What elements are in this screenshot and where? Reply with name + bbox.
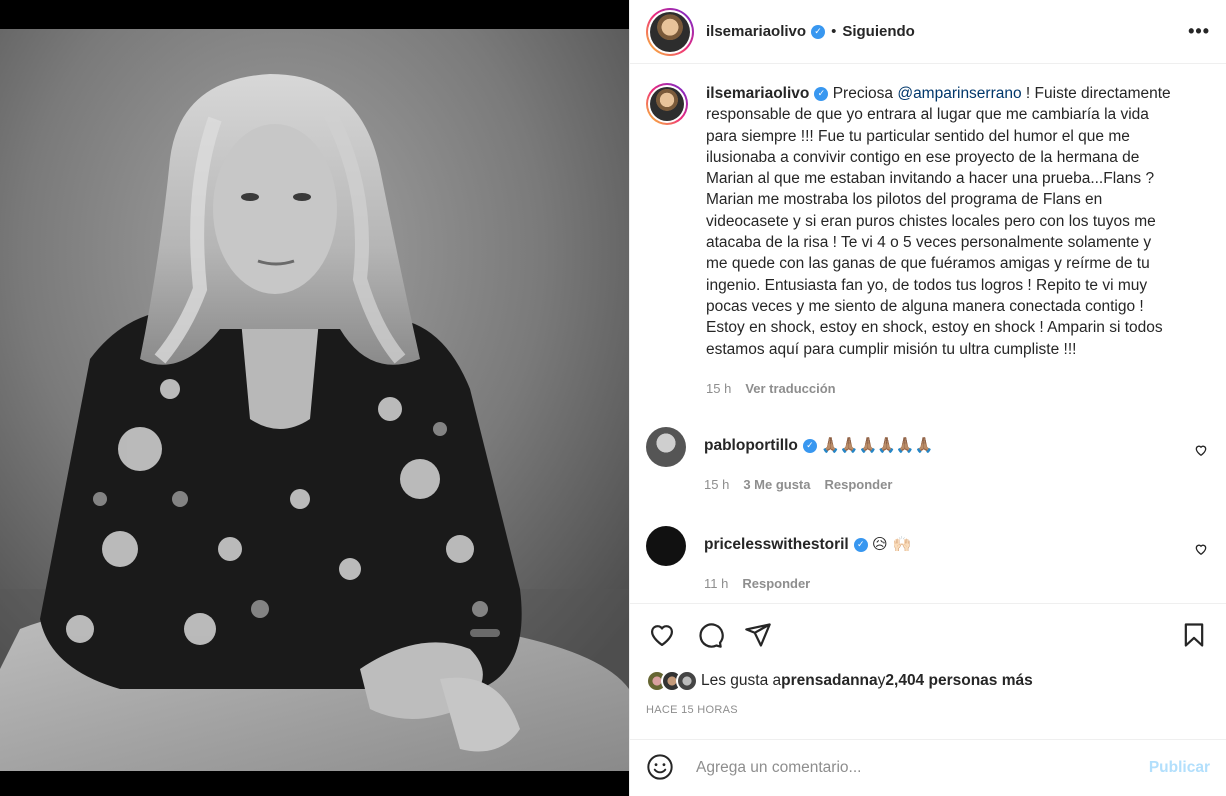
bookmark-icon[interactable] bbox=[1178, 619, 1210, 651]
comment-item: pricelesswithestoril ✓ 😥 🙌🏻 11 h Responde… bbox=[646, 525, 1210, 595]
verified-icon: ✓ bbox=[802, 439, 817, 454]
comment-time[interactable]: 15 h bbox=[704, 474, 729, 495]
reply-button[interactable]: Responder bbox=[825, 474, 893, 495]
post-actions: Les gusta a prensadanna y 2,404 personas… bbox=[630, 603, 1226, 716]
verified-icon: ✓ bbox=[811, 24, 826, 39]
comment-like-icon[interactable] bbox=[1194, 443, 1208, 460]
portrait-illustration bbox=[0, 29, 629, 771]
heart-icon[interactable] bbox=[646, 619, 678, 651]
caption-avatar[interactable] bbox=[646, 83, 688, 125]
post-sidebar: ilsemariaolivo ✓ • Siguiendo ••• ilsemar… bbox=[629, 0, 1226, 796]
post-header: ilsemariaolivo ✓ • Siguiendo ••• bbox=[630, 0, 1226, 64]
more-icon[interactable]: ••• bbox=[1188, 21, 1210, 42]
caption-text-body: ! Fuiste directamente responsable de que… bbox=[706, 85, 1171, 358]
verified-icon: ✓ bbox=[814, 86, 829, 101]
caption-text: ilsemariaolivo ✓ Preciosa @amparinserrano… bbox=[706, 83, 1176, 360]
comment-text: 🙏🏽🙏🏽🙏🏽🙏🏽🙏🏽🙏🏽 bbox=[821, 436, 934, 455]
post-media bbox=[0, 0, 629, 796]
caption-time[interactable]: 15 h bbox=[706, 378, 731, 399]
post-caption: ilsemariaolivo ✓ Preciosa @amparinserrano… bbox=[646, 83, 1210, 399]
author-avatar[interactable] bbox=[646, 7, 694, 56]
translate-link[interactable]: Ver traducción bbox=[745, 378, 835, 399]
comment-item: pabloportillo ✓ 🙏🏽🙏🏽🙏🏽🙏🏽🙏🏽🙏🏽 15 h 3 Me gu… bbox=[646, 427, 1210, 496]
comment-icon[interactable] bbox=[694, 619, 726, 651]
author-username[interactable]: ilsemariaolivo bbox=[706, 23, 806, 40]
publish-button[interactable]: Publicar bbox=[1149, 759, 1210, 777]
verified-icon: ✓ bbox=[853, 537, 868, 552]
reply-button[interactable]: Responder bbox=[742, 573, 810, 594]
comment-avatar[interactable] bbox=[646, 525, 686, 566]
comment-likes[interactable]: 3 Me gusta bbox=[743, 474, 810, 495]
likes-summary: Les gusta a prensadanna y 2,404 personas… bbox=[646, 670, 1210, 692]
following-button[interactable]: Siguiendo bbox=[842, 23, 915, 40]
post-photo[interactable] bbox=[0, 29, 629, 771]
comment-composer: Publicar bbox=[630, 739, 1226, 796]
post-timestamp[interactable]: HACE 15 HORAS bbox=[646, 704, 1210, 716]
comments-list[interactable]: ilsemariaolivo ✓ Preciosa @amparinserrano… bbox=[630, 65, 1226, 602]
share-icon[interactable] bbox=[742, 619, 774, 651]
header-separator: • bbox=[831, 23, 837, 40]
likes-connector: y bbox=[877, 672, 886, 689]
comment-username[interactable]: pricelesswithestoril bbox=[704, 536, 849, 553]
likes-prefix: Les gusta a bbox=[701, 672, 782, 689]
emoji-icon[interactable] bbox=[646, 753, 676, 783]
comment-text: 😥 🙌🏻 bbox=[872, 534, 912, 553]
mention-link[interactable]: @amparinserrano bbox=[897, 85, 1021, 102]
comment-like-icon[interactable] bbox=[1194, 542, 1208, 559]
likes-others[interactable]: 2,404 personas más bbox=[885, 672, 1032, 690]
comment-avatar[interactable] bbox=[646, 427, 686, 468]
comment-time[interactable]: 11 h bbox=[704, 573, 728, 594]
comment-input[interactable] bbox=[696, 759, 1149, 777]
liker-avatars[interactable] bbox=[646, 670, 698, 692]
caption-username[interactable]: ilsemariaolivo bbox=[706, 85, 809, 102]
liker-username[interactable]: prensadanna bbox=[781, 672, 877, 690]
comment-username[interactable]: pabloportillo bbox=[704, 437, 798, 454]
post-dialog: ilsemariaolivo ✓ • Siguiendo ••• ilsemar… bbox=[0, 0, 1226, 796]
caption-text-start: Preciosa bbox=[832, 85, 898, 102]
